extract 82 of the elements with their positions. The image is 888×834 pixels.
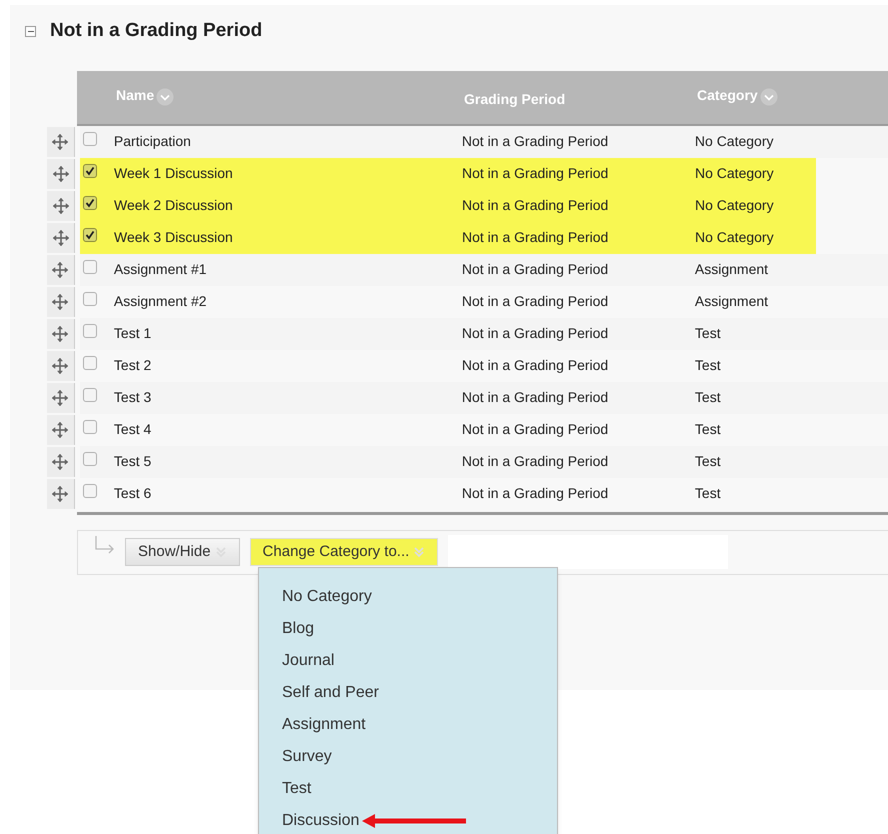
table-cell-text: Assignment #1 [114, 260, 208, 279]
menu-item[interactable]: Survey [282, 745, 332, 769]
table-cell-text: Week 2 Discussion [114, 196, 234, 215]
table-row[interactable]: Test 1 Not in a Grading Period Test [80, 318, 888, 350]
table-cell-text: Assignment [694, 292, 770, 311]
table-cell-text: Not in a Grading Period [462, 324, 610, 343]
table-cell-text: Test 6 [114, 484, 152, 503]
move-icon[interactable] [51, 292, 70, 310]
table-cell-text: Test 3 [114, 388, 152, 407]
table-cell-text: Test [694, 324, 722, 343]
move-icon[interactable] [52, 228, 70, 246]
table-cell-text: Test [694, 388, 722, 407]
checkbox[interactable] [82, 420, 97, 434]
table-row[interactable]: Assignment #1 Not in a Grading Period Assignment [80, 254, 888, 286]
table-cell-text: Not in a Grading Period [462, 452, 610, 471]
section-title: Not in a Grading Period [50, 19, 262, 43]
action-button[interactable]: Show/Hide [125, 538, 240, 566]
table-row[interactable]: Week 3 Discussion Not in a Grading Period No Category [80, 222, 816, 254]
action-button[interactable]: Change Category to... [250, 538, 438, 566]
table-cell-text: Test 1 [114, 324, 152, 343]
move-icon[interactable] [51, 260, 70, 278]
table-cell-text: Test 5 [114, 452, 152, 471]
table-row[interactable]: Week 2 Discussion Not in a Grading Period No Category [80, 190, 816, 222]
table-cell-text: Assignment [694, 260, 770, 279]
table-cell-text: Not in a Grading Period [462, 164, 610, 183]
table-cell-text: No Category [695, 196, 775, 215]
menu-item[interactable]: Self and Peer [282, 681, 379, 705]
checkbox[interactable] [83, 228, 97, 242]
move-icon[interactable] [52, 196, 70, 214]
table-cell-text: Test [694, 356, 722, 375]
table-cell-text: Not in a Grading Period [462, 228, 610, 247]
table-row[interactable]: Test 3 Not in a Grading Period Test [80, 382, 888, 414]
table-cell-text: Test [694, 452, 722, 471]
table-cell-text: Not in a Grading Period [462, 196, 610, 215]
collapse-toggle[interactable] [25, 26, 36, 37]
input-field[interactable] [448, 535, 728, 569]
table-cell-text: Test [694, 484, 722, 503]
checkbox[interactable] [82, 356, 97, 370]
checkbox[interactable] [82, 324, 97, 338]
move-icon[interactable] [51, 452, 70, 470]
table-cell-text: Not in a Grading Period [462, 356, 610, 375]
table-cell-text: Test [694, 420, 722, 439]
table-cell-text: Not in a Grading Period [462, 484, 610, 503]
checkbox[interactable] [82, 292, 97, 306]
menu-item[interactable]: Journal [282, 649, 334, 673]
move-icon[interactable] [51, 388, 70, 406]
table-cell-text: Test 4 [114, 420, 152, 439]
table-cell-text: Not in a Grading Period [462, 292, 610, 311]
double-chevron-icon [413, 545, 426, 559]
move-icon[interactable] [51, 324, 70, 342]
checkbox[interactable] [82, 484, 97, 498]
checkbox[interactable] [82, 452, 97, 466]
move-icon[interactable] [51, 420, 70, 438]
table-cell-text: Not in a Grading Period [462, 388, 610, 407]
checkbox[interactable] [82, 388, 97, 402]
checkbox[interactable] [82, 132, 97, 146]
menu-item[interactable]: No Category [282, 585, 372, 609]
menu-item[interactable]: Blog [282, 617, 314, 641]
move-icon[interactable] [51, 484, 70, 502]
table-cell-text: Week 1 Discussion [114, 164, 234, 183]
table-cell-text: Assignment #2 [114, 292, 208, 311]
menu-item[interactable]: Discussion [282, 809, 360, 833]
table-cell-text: Week 3 Discussion [114, 228, 234, 247]
checkbox[interactable] [82, 260, 97, 274]
table-cell-text: Test 2 [114, 356, 152, 375]
move-icon[interactable] [51, 356, 70, 374]
table-row[interactable]: Week 1 Discussion Not in a Grading Period No Category [80, 158, 816, 190]
table-row[interactable]: Test 5 Not in a Grading Period Test [80, 446, 888, 478]
menu-item[interactable]: Test [282, 777, 312, 801]
table-cell-text: Not in a Grading Period [462, 260, 610, 279]
table-cell-text: No Category [695, 164, 775, 183]
table-row[interactable]: Participation Not in a Grading Period No Category [80, 126, 888, 158]
table-cell-text: No Category [694, 132, 774, 151]
move-icon[interactable] [52, 164, 70, 182]
checkbox[interactable] [83, 164, 97, 178]
table-cell-text: No Category [695, 228, 775, 247]
move-icon[interactable] [51, 132, 70, 150]
table-cell-text: Participation [114, 132, 192, 151]
table-cell-text: Not in a Grading Period [462, 132, 610, 151]
table-cell-text: Not in a Grading Period [462, 420, 610, 439]
checkbox[interactable] [83, 196, 97, 210]
menu-item[interactable]: Assignment [282, 713, 366, 737]
